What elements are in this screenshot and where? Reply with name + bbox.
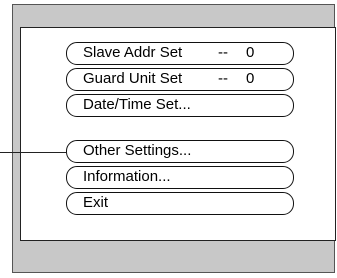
menu-item-information[interactable]: Information... (66, 166, 294, 189)
callout-pointer-line (0, 152, 66, 153)
menu-item-other-settings[interactable]: Other Settings... (66, 140, 294, 163)
menu-item-value: 0 (246, 70, 255, 87)
menu-item-guard-unit-set[interactable]: Guard Unit Set -- 0 (66, 68, 294, 91)
menu-item-date-time-set[interactable]: Date/Time Set... (66, 94, 294, 117)
menu-item-label: Other Settings... (83, 142, 192, 159)
menu-item-label: Information... (83, 168, 171, 185)
menu-item-label: Exit (83, 194, 109, 211)
menu-item-label: Guard Unit Set (83, 70, 183, 87)
menu-item-value: 0 (246, 44, 255, 61)
menu-item-label: Date/Time Set... (83, 96, 191, 113)
menu-item-exit[interactable]: Exit (66, 192, 294, 215)
menu-item-slave-addr-set[interactable]: Slave Addr Set -- 0 (66, 42, 294, 65)
menu-item-separator: -- (218, 70, 228, 87)
menu-item-label: Slave Addr Set (83, 44, 183, 61)
menu-item-separator: -- (218, 44, 228, 61)
